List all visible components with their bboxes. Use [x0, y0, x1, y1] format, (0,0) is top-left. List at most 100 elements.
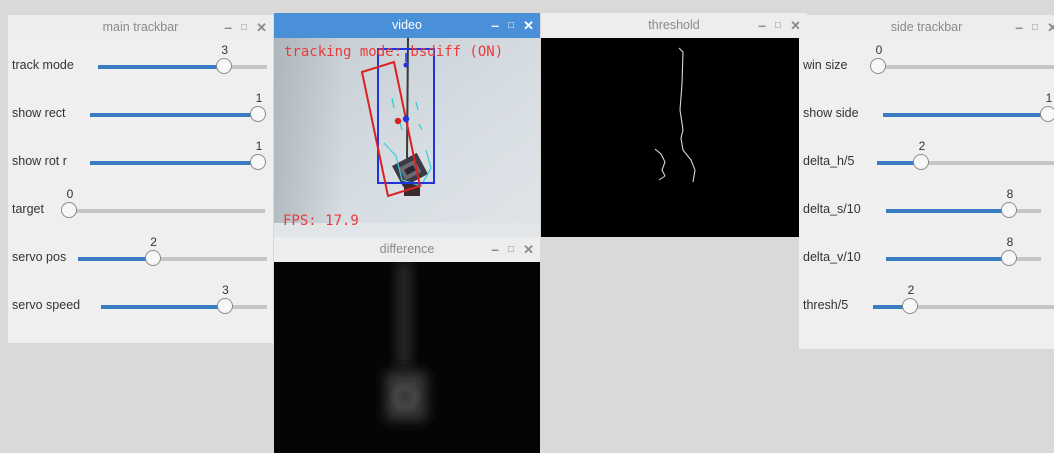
slider-handle[interactable] [870, 58, 886, 74]
difference-window: difference – □ ✕ [274, 237, 540, 453]
slider-handle[interactable] [1001, 250, 1017, 266]
trackbar-servo-pos: servo pos 2 [8, 232, 273, 278]
slider-track[interactable] [78, 257, 267, 261]
main-trackbar-window: main trackbar – □ ✕ track mode 3 show re… [8, 15, 273, 453]
trackbar-value: 0 [66, 187, 74, 201]
maximize-button[interactable]: □ [508, 244, 514, 255]
trackbar-label: delta_v/10 [803, 250, 861, 264]
trackbar-value: 8 [1006, 235, 1014, 249]
trackbar-label: show side [803, 106, 859, 120]
slider-track[interactable] [886, 257, 1041, 261]
video-frame-image [274, 38, 540, 237]
side-trackbar-window: side trackbar – □ ✕ win size 0 show side… [799, 15, 1054, 453]
trackbar-label: show rect [12, 106, 66, 120]
trackbar-label: show rot r [12, 154, 67, 168]
video-window: video – □ ✕ tracking mode: bsdiff (ON) F… [274, 13, 540, 237]
main-trackbar-titlebar[interactable]: main trackbar – □ ✕ [8, 15, 273, 40]
slider-fill [886, 209, 1010, 213]
window-controls: – □ ✕ [1015, 19, 1054, 36]
trackbar-value: 1 [255, 139, 263, 153]
trackbar-value: 1 [1045, 91, 1053, 105]
trackbar-track-mode: track mode 3 [8, 40, 273, 86]
minimize-button[interactable]: – [758, 18, 766, 32]
threshold-window: threshold – □ ✕ [541, 13, 807, 237]
trackbar-win-size: win size 0 [799, 40, 1054, 86]
maximize-button[interactable]: □ [241, 22, 247, 33]
main-trackbar-panel: track mode 3 show rect 1 show rot r 1 ta… [8, 40, 273, 343]
trackbar-delta-s: delta_s/10 8 [799, 184, 1054, 230]
slider-handle[interactable] [902, 298, 918, 314]
minimize-button[interactable]: – [491, 242, 499, 256]
close-button[interactable]: ✕ [523, 19, 534, 32]
slider-track[interactable] [873, 305, 1054, 309]
window-controls: – □ ✕ [758, 17, 801, 34]
trackbar-value: 2 [907, 283, 915, 297]
trackbar-value: 0 [875, 43, 883, 57]
trackbar-value: 2 [150, 235, 157, 249]
close-button[interactable]: ✕ [1047, 21, 1054, 34]
slider-fill [90, 161, 259, 165]
window-controls: – □ ✕ [491, 17, 534, 34]
trackbar-servo-speed: servo speed 3 [8, 280, 273, 326]
trackbar-show-rot-r: show rot r 1 [8, 136, 273, 182]
slider-handle[interactable] [144, 250, 161, 266]
slider-track[interactable] [879, 65, 1054, 69]
trackbar-value: 1 [255, 91, 263, 105]
slider-handle[interactable] [250, 106, 266, 122]
minimize-button[interactable]: – [491, 18, 499, 32]
slider-track[interactable] [98, 65, 267, 69]
window-controls: – □ ✕ [491, 241, 534, 258]
slider-fill [78, 257, 154, 261]
trackbar-label: delta_s/10 [803, 202, 861, 216]
trackbar-label: thresh/5 [803, 298, 849, 312]
tracking-mode-text: tracking mode: bsdiff (ON) [284, 44, 504, 60]
trackbar-label: track mode [12, 58, 74, 72]
slider-handle[interactable] [913, 154, 929, 170]
trackbar-delta-v: delta_v/10 8 [799, 232, 1054, 278]
difference-frame [274, 262, 540, 453]
slider-handle[interactable] [215, 58, 232, 74]
trackbar-value: 3 [222, 283, 229, 297]
threshold-frame [541, 38, 807, 237]
video-frame: tracking mode: bsdiff (ON) FPS: 17.9 [274, 38, 540, 237]
slider-track[interactable] [101, 305, 267, 309]
maximize-button[interactable]: □ [508, 20, 514, 31]
slider-handle[interactable] [61, 202, 77, 218]
slider-handle[interactable] [250, 154, 266, 170]
slider-handle[interactable] [1001, 202, 1017, 218]
trackbar-label: delta_h/5 [803, 154, 855, 168]
side-trackbar-titlebar[interactable]: side trackbar – □ ✕ [799, 15, 1054, 40]
maximize-button[interactable]: □ [1032, 22, 1038, 33]
trackbar-target: target 0 [8, 184, 273, 230]
close-button[interactable]: ✕ [523, 243, 534, 256]
difference-titlebar[interactable]: difference – □ ✕ [274, 237, 540, 262]
slider-track[interactable] [90, 161, 259, 165]
slider-track[interactable] [883, 113, 1049, 117]
video-titlebar[interactable]: video – □ ✕ [274, 13, 540, 38]
trackbar-thresh: thresh/5 2 [799, 280, 1054, 326]
close-button[interactable]: ✕ [256, 21, 267, 34]
slider-fill [883, 113, 1049, 117]
threshold-titlebar[interactable]: threshold – □ ✕ [541, 13, 807, 38]
trackbar-delta-h: delta_h/5 2 [799, 136, 1054, 182]
minimize-button[interactable]: – [224, 20, 232, 34]
slider-track[interactable] [90, 113, 259, 117]
trackbar-value: 3 [221, 43, 229, 57]
trackbar-show-side: show side 1 [799, 88, 1054, 134]
slider-handle[interactable] [216, 298, 233, 314]
trackbar-label: target [12, 202, 44, 216]
trackbar-value: 8 [1006, 187, 1014, 201]
side-trackbar-panel: win size 0 show side 1 delta_h/5 2 delta… [799, 40, 1054, 349]
slider-track[interactable] [886, 209, 1041, 213]
slider-track[interactable] [70, 209, 265, 213]
slider-track[interactable] [877, 161, 1054, 165]
trackbar-label: servo pos [12, 250, 67, 264]
slider-fill [98, 65, 225, 69]
minimize-button[interactable]: – [1015, 20, 1023, 34]
maximize-button[interactable]: □ [775, 20, 781, 31]
slider-fill [101, 305, 226, 309]
trackbar-label: win size [803, 58, 848, 72]
window-controls: – □ ✕ [224, 19, 267, 36]
slider-handle[interactable] [1040, 106, 1054, 122]
trackbar-value: 2 [918, 139, 926, 153]
